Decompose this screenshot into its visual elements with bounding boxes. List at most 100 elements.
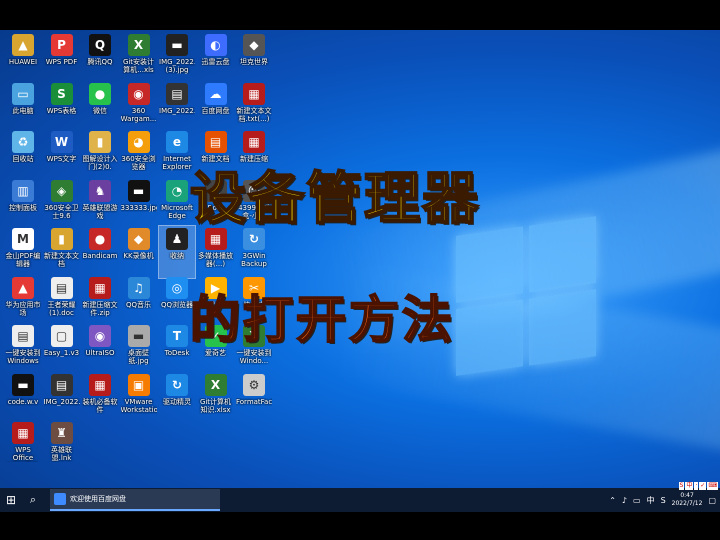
desktop-icon[interactable]: ▢ Easy_1.v3 xyxy=(44,323,80,375)
desktop-icon[interactable]: ◉ UltraISO xyxy=(82,323,118,375)
desktop-icon[interactable]: ☁ 百度网盘 xyxy=(198,81,234,133)
desktop-icon[interactable]: ● 微信 xyxy=(82,81,118,133)
desktop-icon[interactable]: ▭ 此电脑 xyxy=(5,81,41,133)
ime-toolbar-button[interactable]: 中 xyxy=(685,482,694,490)
desktop-icon-label: 3GWin Backup xyxy=(241,252,267,268)
clock[interactable]: 0:47 2022/7/12 xyxy=(672,492,703,508)
desktop-icon-label: 装机必备软件 xyxy=(82,397,118,414)
image-icon: ▬ xyxy=(166,34,188,56)
desktop-icon[interactable]: ♻ 回收站 xyxy=(5,129,41,181)
desktop-icon[interactable]: Q 腾讯QQ xyxy=(82,32,118,84)
ime-toolbar-button[interactable]: ✓ xyxy=(699,482,707,490)
desktop-icon[interactable]: ▲ 华为应用市场 xyxy=(5,275,41,327)
ime-indicator[interactable]: 中 xyxy=(647,495,655,506)
logo-pane xyxy=(456,226,523,303)
desktop-icon[interactable]: ◆ KK录像机 xyxy=(121,226,157,278)
baidu-icon: ☁ xyxy=(204,82,227,105)
folder-icon: ▮ xyxy=(89,131,111,153)
desktop-icon[interactable]: ♫ QQ音乐 xyxy=(121,275,157,327)
desktop-icon-label: QQ音乐 xyxy=(125,300,152,309)
ie-icon: e xyxy=(166,131,188,153)
desktop-icon-label: 图解设计入门(2)0.(0... xyxy=(82,155,118,171)
desktop-icon-label: 新建文本文档.txt(...) xyxy=(236,106,272,123)
excel-icon: X xyxy=(127,34,150,56)
desktop-icon[interactable]: ▦ 新建压缩文件.zip xyxy=(82,275,118,327)
desktop-icon[interactable]: ◐ 迅雷云盘 xyxy=(198,32,234,84)
desktop-icon[interactable]: ◉ 360 Wargam... xyxy=(121,81,157,133)
desktop-icon[interactable]: ♞ 英雄联盟游戏 xyxy=(82,178,118,230)
video-frame: ▲ HUAWEI P WPS PDF Q 腾讯QQ X Git安装计算机...xls ▬ IMG_… xyxy=(0,0,720,540)
desktop-icon[interactable]: ▬ 桌面壁纸.jpg xyxy=(121,323,157,375)
desktop-icon-label: WPS文字 xyxy=(46,155,77,163)
wps-icon: ▦ xyxy=(12,422,34,444)
desktop-icon-label: 此电脑 xyxy=(12,106,34,115)
desktop-icon[interactable]: ▤ 一键安装到Windows xyxy=(5,323,41,375)
desktop-icon[interactable]: ⚙FormatFactory xyxy=(236,372,272,424)
winrar-icon: ▦ xyxy=(243,82,265,105)
folder-icon: ▲ xyxy=(12,34,34,56)
desktop-icon-label: 360 Wargam... xyxy=(120,106,157,123)
desktop-icon[interactable]: ▬ code.w.v xyxy=(5,372,41,424)
logo-pane xyxy=(529,216,596,293)
desktop-icon-label: FormatFactory xyxy=(236,397,272,406)
speaker-icon[interactable]: ♪ xyxy=(622,496,627,505)
desktop-icon[interactable]: ▬ IMG_2022... (3).jpg xyxy=(159,32,195,84)
taskbar: ⊞ ⌕ 欢迎使用百度网盘 ⌃ ♪ ▭ 中 S 0:47 2022/7/12 ▢ xyxy=(0,488,720,512)
ime-toolbar-button[interactable]: · xyxy=(694,482,699,490)
desktop-icon[interactable]: ▣VMware Workstation xyxy=(121,372,157,424)
desktop-icon[interactable]: ▦ 新建文本文档.txt(...) xyxy=(236,81,272,133)
notification-icon[interactable]: ▢ xyxy=(708,496,716,505)
ime-toolbar[interactable]: S 中 · ✓ ⌨ xyxy=(678,482,718,490)
desktop-icon[interactable]: ↻ 驱动精灵 xyxy=(159,372,195,424)
game-icon: ◉ xyxy=(127,82,150,105)
desktop-icon[interactable]: ◕ 360安全浏览器 xyxy=(121,129,157,181)
desktop-icon[interactable]: ◈ 360安全卫士9.6 xyxy=(44,178,80,230)
taskbar-app-baidu-netdisk[interactable]: 欢迎使用百度网盘 xyxy=(50,489,220,511)
desktop-icon[interactable]: X Git计算机知识.xlsx xyxy=(198,372,234,424)
desktop-icon[interactable]: ▬ 333333.jpg xyxy=(121,178,157,230)
search-button[interactable]: ⌕ xyxy=(22,488,44,512)
desktop-icon-label: 坦克世界 xyxy=(240,58,268,66)
desktop-icon-label: 微信 xyxy=(93,106,107,115)
desktop-icon[interactable]: X Git安装计算机...xls xyxy=(121,32,157,84)
desktop-icon[interactable]: ▤IMG_2022... xyxy=(159,81,195,133)
ime-toolbar-button[interactable]: S xyxy=(678,482,685,490)
desktop-icon[interactable]: ▦ WPS Office 2019专业版 xyxy=(5,420,41,472)
clock-time: 0:47 xyxy=(680,492,694,499)
desktop-icon[interactable]: ▮ 新建文本文档 xyxy=(44,226,80,278)
desktop-icon[interactable]: ▤ 王者荣耀(1).doc xyxy=(44,275,80,327)
image-icon: ▬ xyxy=(127,179,150,202)
chevron-up-icon[interactable]: ⌃ xyxy=(609,496,616,505)
network-icon[interactable]: ▭ xyxy=(633,496,641,505)
desktop-icon[interactable]: M 金山PDF编辑器 xyxy=(5,226,41,278)
desktop-icon[interactable]: W WPS文字 xyxy=(44,129,80,181)
bandicam-icon: ● xyxy=(89,228,111,250)
winrar-icon: ▦ xyxy=(243,131,265,153)
sogou-icon[interactable]: S xyxy=(661,496,666,505)
start-button[interactable]: ⊞ xyxy=(0,488,22,512)
desktop-icon[interactable]: ● Bandicam xyxy=(82,226,118,278)
desktop-icon[interactable]: ♜ 英雄联盟.lnk xyxy=(44,420,80,472)
desktop-icon[interactable]: ◆ 坦克世界 xyxy=(236,32,272,84)
desktop-icon[interactable]: ▦ 装机必备软件 xyxy=(82,372,118,424)
desktop-icon-label: Git安装计算机...xls xyxy=(122,58,155,74)
desktop-icon[interactable]: P WPS PDF xyxy=(44,32,80,84)
ime-toolbar-button[interactable]: ⌨ xyxy=(707,482,718,490)
desktop-icon-label: WPS表格 xyxy=(46,106,77,115)
disc-icon: ◉ xyxy=(89,325,111,347)
logo-pane xyxy=(529,289,596,366)
desktop-icon-label: Git计算机知识.xlsx xyxy=(199,397,232,414)
desktop-icon[interactable]: ▥ 控制面板 xyxy=(5,178,41,230)
task-label: 欢迎使用百度网盘 xyxy=(70,495,126,503)
desktop-icon[interactable]: ▮ 图解设计入门(2)0.(0... xyxy=(82,129,118,181)
clock-date: 2022/7/12 xyxy=(671,500,703,507)
desktop-icon[interactable]: ▤IMG_2022... xyxy=(44,372,80,424)
desktop-icon[interactable]: S WPS表格 xyxy=(44,81,80,133)
headline-title: 设备管理器 xyxy=(189,166,480,233)
desktop-icon-label: KK录像机 xyxy=(123,252,154,260)
desktop-icon[interactable]: ▲ HUAWEI xyxy=(5,32,41,84)
vmware-icon: ▣ xyxy=(127,373,150,396)
desktop-icon-label: 华为应用市场 xyxy=(5,300,41,317)
search-icon: ⌕ xyxy=(29,493,37,506)
lol-icon: ♞ xyxy=(89,179,111,202)
